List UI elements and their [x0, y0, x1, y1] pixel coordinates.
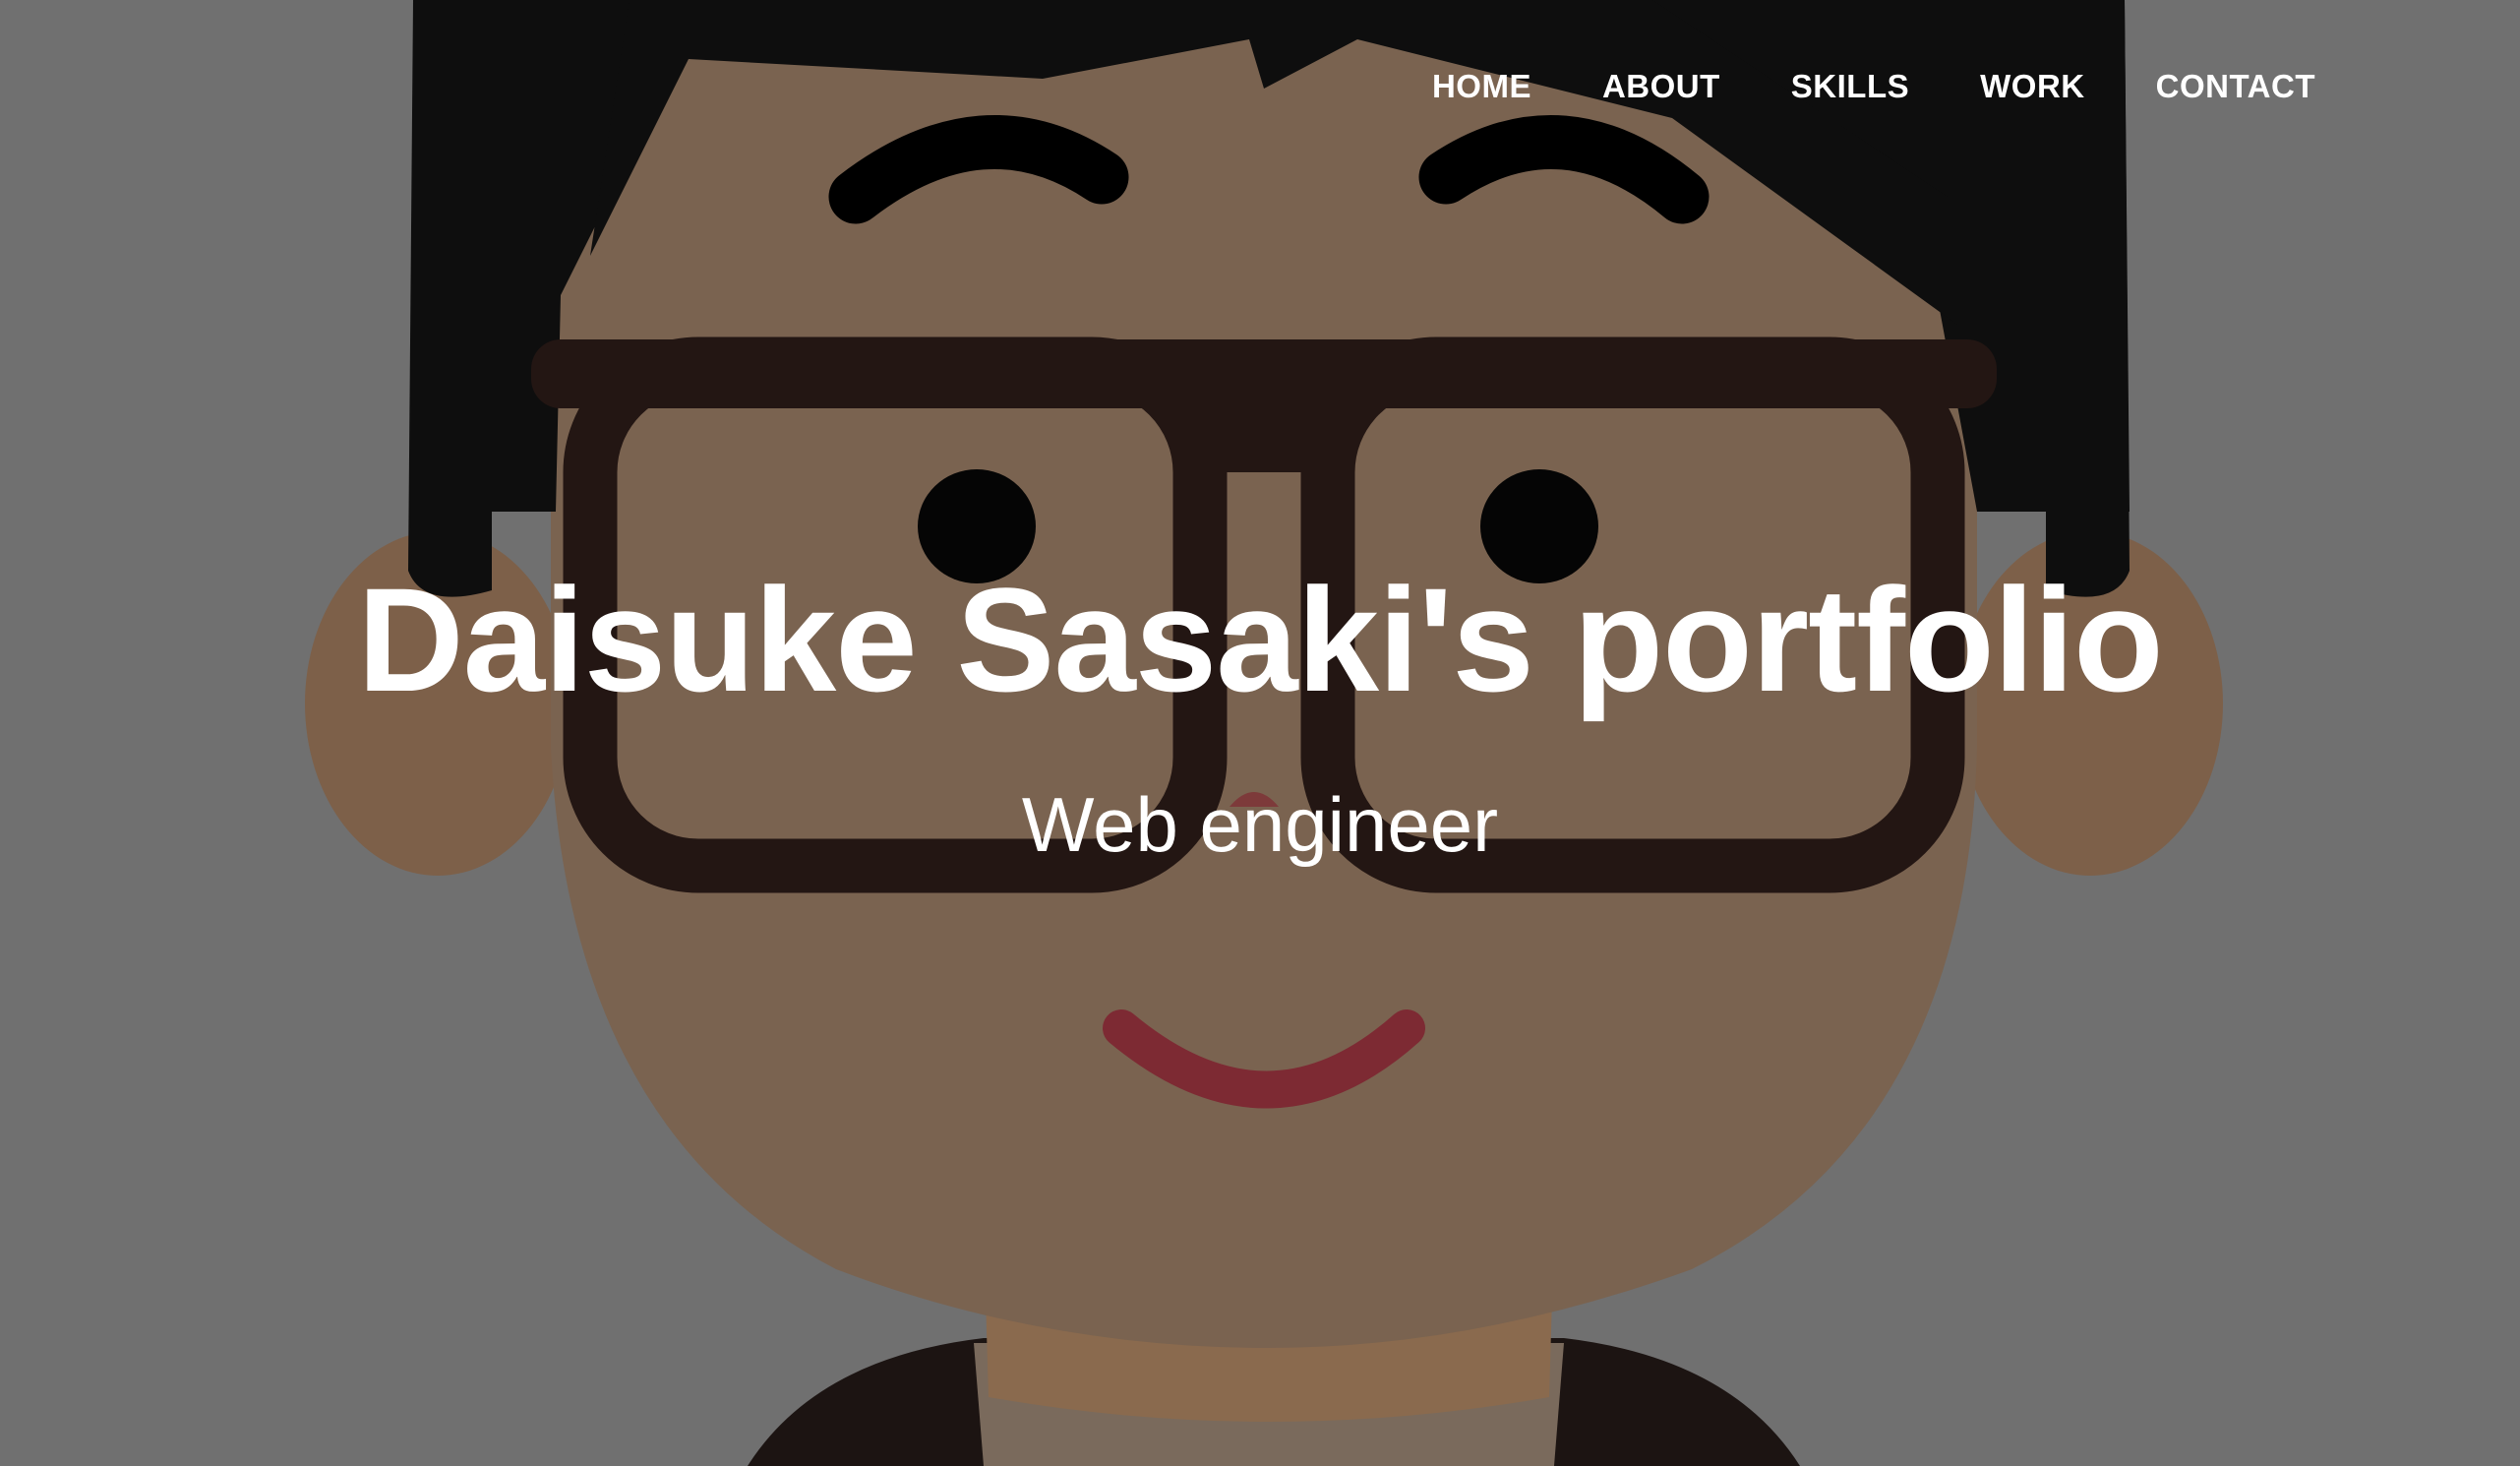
nav-work-link[interactable]: WORK: [1980, 61, 2084, 112]
nav-home-link[interactable]: HOME: [1432, 61, 1531, 112]
nav-skills-link[interactable]: SKILLS: [1791, 61, 1909, 112]
hero-section: HOME ABOUT SKILLS WORK CONTACT Daisuke S…: [0, 0, 2520, 1466]
dark-overlay: [0, 0, 2520, 1466]
page-title: Daisuke Sasaki's portfolio: [357, 557, 2163, 722]
main-nav: HOME ABOUT SKILLS WORK CONTACT: [1361, 61, 2315, 112]
nav-contact-link[interactable]: CONTACT: [2156, 61, 2315, 112]
page-subtitle: Web engineer: [1021, 781, 1499, 868]
nav-about-link[interactable]: ABOUT: [1602, 61, 1720, 112]
